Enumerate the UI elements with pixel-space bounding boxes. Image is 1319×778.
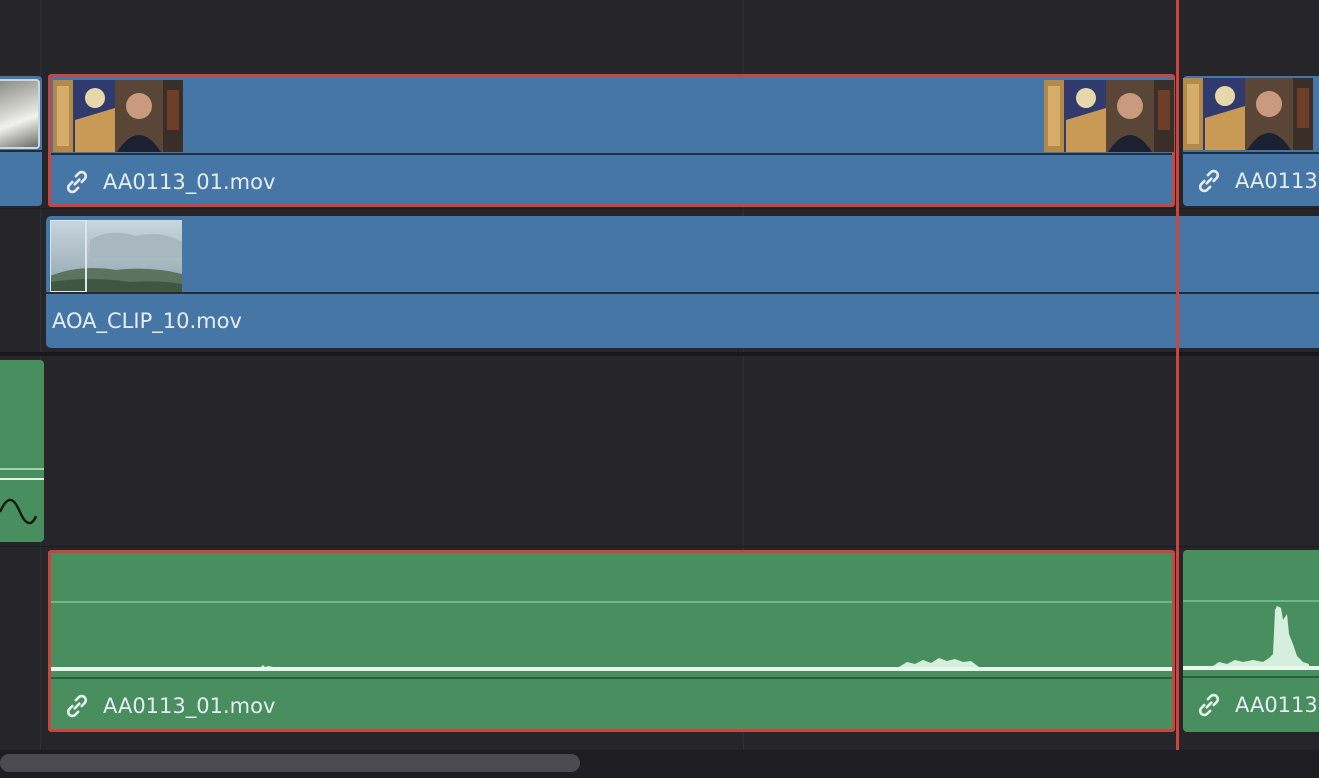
video-clip-aa0113-01[interactable]: AA0113_01.mov	[48, 74, 1175, 207]
fade-curve-icon	[0, 498, 38, 525]
clip-thumbnail-start	[50, 220, 182, 292]
link-icon	[66, 170, 88, 194]
clip-name: AA0113_01.mov	[103, 170, 276, 194]
clip-thumbnail-start	[53, 80, 183, 152]
audio-clip-left-partial[interactable]	[0, 360, 44, 542]
clip-name-bar: AA0113_01.mov	[51, 157, 1172, 207]
link-icon	[66, 694, 88, 718]
clip-name: AOA_CLIP_10.mov	[52, 309, 242, 333]
video-clip-aa0113-next[interactable]: AA0113	[1183, 76, 1319, 206]
clip-name-bar: AA0113	[1183, 680, 1319, 730]
clip-name-bar: AA0113	[1183, 156, 1319, 206]
clip-name: AA0113	[1235, 693, 1318, 717]
track-separator	[0, 546, 1319, 547]
video-clip-aoa-clip-10[interactable]: AOA_CLIP_10.mov	[46, 216, 1319, 348]
track-separator	[0, 352, 1319, 356]
track-separator	[0, 208, 1319, 209]
clip-name-bar: AA0113_01.mov	[51, 681, 1172, 731]
audio-clip-aa0113-next[interactable]: AA0113	[1183, 550, 1319, 732]
video-clip-left-partial[interactable]	[0, 76, 42, 206]
clip-name: AA0113_01.mov	[103, 694, 276, 718]
clip-name: AA0113	[1235, 169, 1318, 193]
audio-clip-aa0113-01[interactable]: AA0113_01.mov	[48, 550, 1175, 732]
audio-waveform	[1183, 606, 1319, 670]
clip-thumbnail	[1183, 78, 1313, 150]
clip-thumbnail-end	[1044, 80, 1174, 152]
link-icon	[1198, 693, 1220, 717]
clip-thumbnail	[0, 79, 40, 149]
clip-name-bar: AOA_CLIP_10.mov	[46, 296, 1319, 346]
link-icon	[1198, 169, 1220, 193]
playhead[interactable]	[1176, 0, 1179, 750]
horizontal-scrollbar-thumb[interactable]	[0, 754, 580, 772]
